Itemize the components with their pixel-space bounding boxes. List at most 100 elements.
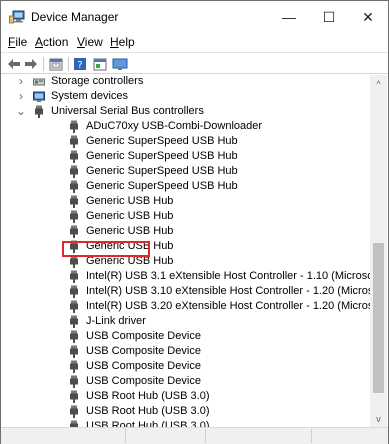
usb-device-icon [68,135,80,148]
usb-device-icon [68,120,80,133]
highlight-annotation-box [62,241,150,257]
usb-device-icon [68,405,80,418]
tree-item[interactable]: USB Root Hub (USB 3.0) [2,419,370,427]
back-icon [8,59,20,69]
tree-item-label: ADuC70xy USB-Combi-Downloader [86,120,263,132]
tree-item-label: Universal Serial Bus controllers [51,105,204,117]
tree-item-label: Generic SuperSpeed USB Hub [86,150,238,162]
usb-controller-icon [33,105,45,118]
tree-item[interactable]: Generic USB Hub [2,194,370,209]
device-manager-app-icon [9,10,25,24]
menu-help-label: elp [118,35,135,49]
help-icon: ? [74,58,86,71]
title-bar[interactable]: Device Manager — ☐ ✕ [1,1,388,33]
tree-item[interactable]: USB Composite Device [2,329,370,344]
tree-item-label: Intel(R) USB 3.1 eXtensible Host Control… [86,270,370,282]
tree-item[interactable]: Intel(R) USB 3.10 eXtensible Host Contro… [2,284,370,299]
tree-item[interactable]: USB Composite Device [2,359,370,374]
tree-item-label: Generic USB Hub [86,195,174,207]
tree-item-label: USB Composite Device [86,330,201,342]
usb-device-icon [68,180,80,193]
scan-hardware-button[interactable] [112,56,128,72]
tree-item-label: Generic USB Hub [86,225,174,237]
forward-icon [25,59,37,69]
tree-item[interactable]: USB Root Hub (USB 3.0) [2,389,370,404]
usb-device-icon [68,225,80,238]
usb-device-icon [68,195,80,208]
usb-device-icon [68,270,80,283]
tree-item[interactable]: Intel(R) USB 3.20 eXtensible Host Contro… [2,299,370,314]
device-tree[interactable]: › Storage controllers › System devices ⌄ Univ… [2,75,370,427]
tree-item[interactable]: ⌄ Universal Serial Bus controllers [2,104,370,119]
tree-item-label: USB Composite Device [86,360,201,372]
tree-item[interactable]: Generic SuperSpeed USB Hub [2,179,370,194]
minimize-button[interactable]: — [269,1,309,33]
menu-view[interactable]: View [77,35,103,49]
menu-bar: File Action View Help [1,33,388,51]
back-button[interactable] [7,56,21,72]
properties-button[interactable] [93,56,107,72]
toolbar-separator [43,57,44,71]
usb-device-icon [68,315,80,328]
tree-item-label: J-Link driver [86,315,146,327]
tree-item-label: Generic SuperSpeed USB Hub [86,165,238,177]
tree-item[interactable]: Generic SuperSpeed USB Hub [2,149,370,164]
usb-device-icon [68,300,80,313]
menu-action-label: ction [43,35,69,49]
menu-help[interactable]: Help [110,35,135,49]
show-hidden-button[interactable] [49,56,63,72]
tree-item-label: Intel(R) USB 3.20 eXtensible Host Contro… [86,300,370,312]
tree-item[interactable]: USB Root Hub (USB 3.0) [2,404,370,419]
chevron-down-icon[interactable]: ⌄ [16,104,26,119]
usb-device-icon [68,360,80,373]
tree-item-label: Generic SuperSpeed USB Hub [86,135,238,147]
tree-item[interactable]: Generic USB Hub [2,254,370,269]
tree-item[interactable]: ADuC70xy USB-Combi-Downloader [2,119,370,134]
svg-text:?: ? [77,60,82,71]
usb-device-icon [68,285,80,298]
vertical-scrollbar[interactable]: ^ v [370,75,387,427]
usb-device-icon [68,345,80,358]
tree-item-label: Intel(R) USB 3.10 eXtensible Host Contro… [86,285,370,297]
device-manager-window: Device Manager — ☐ ✕ File Action View He… [0,0,389,444]
menu-action[interactable]: Action [35,35,68,49]
status-divider [125,429,126,443]
tree-item[interactable]: USB Composite Device [2,374,370,389]
tree-item-label: USB Composite Device [86,345,201,357]
status-divider [205,429,206,443]
status-divider [311,429,312,443]
scroll-up-arrow[interactable]: ^ [370,75,387,92]
tree-item[interactable]: Generic USB Hub [2,209,370,224]
tree-item-label: Generic USB Hub [86,210,174,222]
chevron-right-icon[interactable]: › [16,75,26,89]
chevron-right-icon[interactable]: › [16,89,26,104]
menu-file-label: ile [15,35,28,49]
menu-view-access-key: V [77,35,85,49]
usb-device-icon [68,330,80,343]
tree-item-label: USB Root Hub (USB 3.0) [86,390,210,402]
tree-item-label: USB Composite Device [86,375,201,387]
tree-item[interactable]: › System devices [2,89,370,104]
tree-item[interactable]: Generic USB Hub [2,224,370,239]
tree-item[interactable]: J-Link driver [2,314,370,329]
maximize-button[interactable]: ☐ [309,1,349,33]
tree-item[interactable]: Generic SuperSpeed USB Hub [2,164,370,179]
menu-file[interactable]: File [8,35,27,49]
tree-item-label: USB Root Hub (USB 3.0) [86,420,210,427]
storage-controller-icon [33,75,45,88]
scroll-thumb[interactable] [373,243,384,393]
tree-item[interactable]: USB Composite Device [2,344,370,359]
toolbar-separator [68,57,69,71]
tree-item[interactable]: Generic SuperSpeed USB Hub [2,134,370,149]
show-hidden-icon [49,58,63,70]
close-button[interactable]: ✕ [348,1,388,33]
tree-item[interactable]: Generic USB Hub [2,239,370,254]
forward-button[interactable] [24,56,38,72]
tree-item[interactable]: Intel(R) USB 3.1 eXtensible Host Control… [2,269,370,284]
scroll-down-arrow[interactable]: v [370,410,387,427]
monitor-icon [112,58,128,70]
window-title: Device Manager [31,10,119,24]
tree-item[interactable]: › Storage controllers [2,75,370,89]
help-button[interactable]: ? [73,56,87,72]
status-bar [1,427,388,444]
